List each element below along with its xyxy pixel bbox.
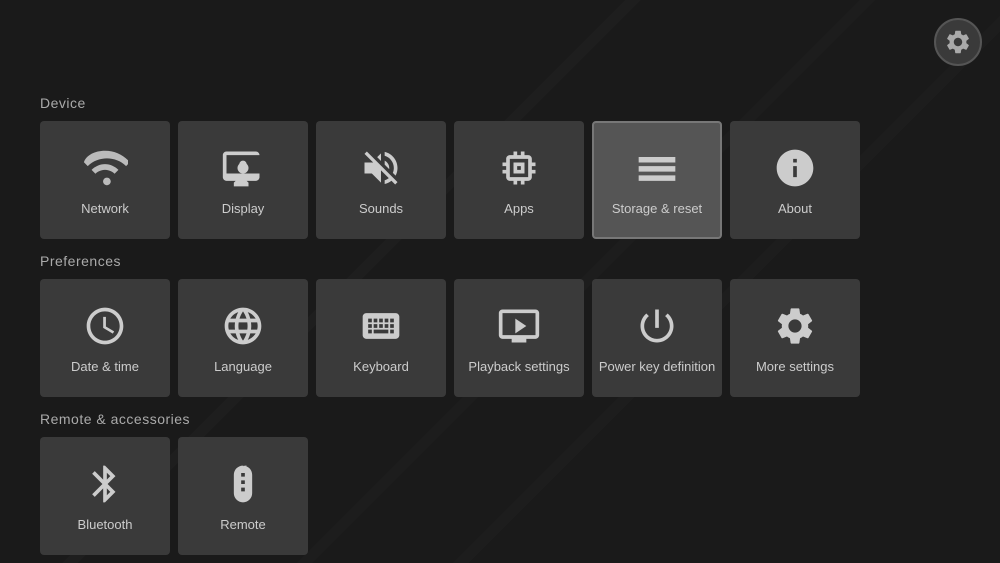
clock-icon	[82, 303, 128, 349]
display-icon	[220, 145, 266, 191]
keyboard-icon	[358, 303, 404, 349]
more-settings-gear-icon	[772, 303, 818, 349]
remote-grid-row: Bluetooth Remote	[40, 437, 960, 555]
device-section-label: Device	[40, 95, 960, 111]
apps-icon	[496, 145, 542, 191]
playback-icon	[496, 303, 542, 349]
wifi-icon	[82, 145, 128, 191]
settings-gear-button[interactable]	[934, 18, 982, 66]
tile-remote[interactable]: Remote	[178, 437, 308, 555]
sounds-icon	[358, 145, 404, 191]
tile-storage-reset[interactable]: Storage & reset	[592, 121, 722, 239]
tile-about[interactable]: About	[730, 121, 860, 239]
main-content: Device Network	[40, 95, 960, 553]
tile-playback-settings[interactable]: Playback settings	[454, 279, 584, 397]
remote-section-label: Remote & accessories	[40, 411, 960, 427]
remote-section: Remote & accessories Bluetooth Remot	[40, 411, 960, 555]
tile-about-label: About	[778, 201, 812, 216]
tile-bluetooth[interactable]: Bluetooth	[40, 437, 170, 555]
tile-storage-reset-label: Storage & reset	[612, 201, 702, 216]
tile-power-key-definition[interactable]: Power key definition	[592, 279, 722, 397]
gear-icon	[944, 28, 972, 56]
preferences-section-label: Preferences	[40, 253, 960, 269]
settings-gear-container[interactable]	[934, 18, 982, 66]
tile-apps-label: Apps	[504, 201, 534, 216]
tile-keyboard[interactable]: Keyboard	[316, 279, 446, 397]
tile-date-time[interactable]: Date & time	[40, 279, 170, 397]
tile-apps[interactable]: Apps	[454, 121, 584, 239]
tile-display[interactable]: Display	[178, 121, 308, 239]
tile-more-settings[interactable]: More settings	[730, 279, 860, 397]
storage-icon	[634, 145, 680, 191]
tile-more-settings-label: More settings	[756, 359, 834, 374]
tile-power-key-definition-label: Power key definition	[599, 359, 715, 374]
tile-network-label: Network	[81, 201, 129, 216]
tile-remote-label: Remote	[220, 517, 266, 532]
preferences-grid-row: Date & time Language Keyboard	[40, 279, 960, 397]
remote-icon	[220, 461, 266, 507]
preferences-section: Preferences Date & time Language	[40, 253, 960, 397]
tile-display-label: Display	[222, 201, 265, 216]
tile-sounds[interactable]: Sounds	[316, 121, 446, 239]
tile-language[interactable]: Language	[178, 279, 308, 397]
globe-icon	[220, 303, 266, 349]
tile-language-label: Language	[214, 359, 272, 374]
tile-date-time-label: Date & time	[71, 359, 139, 374]
tile-sounds-label: Sounds	[359, 201, 403, 216]
device-section: Device Network	[40, 95, 960, 239]
tile-network[interactable]: Network	[40, 121, 170, 239]
tile-keyboard-label: Keyboard	[353, 359, 409, 374]
tile-bluetooth-label: Bluetooth	[78, 517, 133, 532]
device-grid-row: Network Display	[40, 121, 960, 239]
bluetooth-icon	[82, 461, 128, 507]
tile-playback-settings-label: Playback settings	[468, 359, 569, 374]
power-icon	[634, 303, 680, 349]
info-icon	[772, 145, 818, 191]
